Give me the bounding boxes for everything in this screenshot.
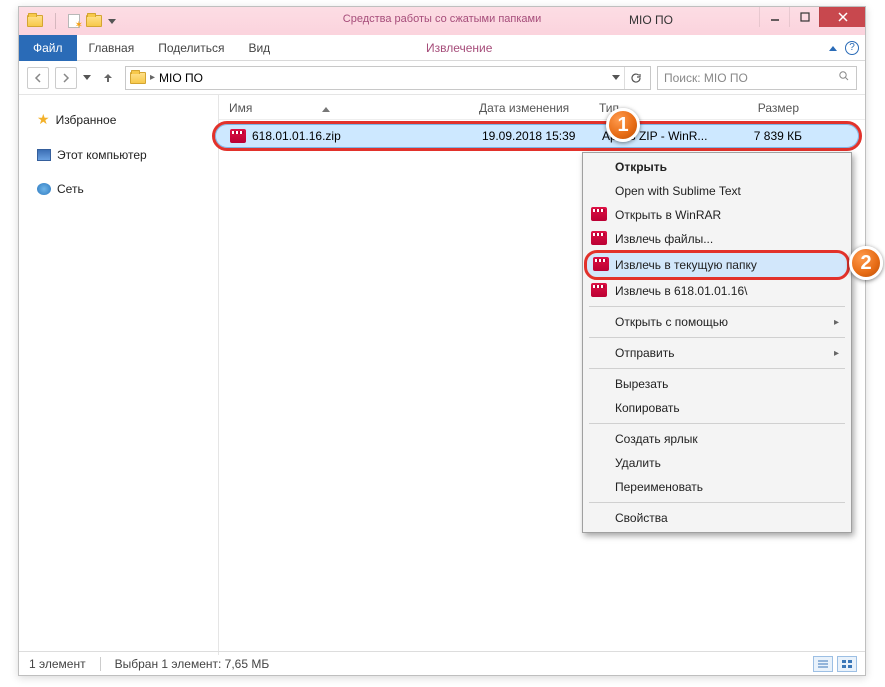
ctx-extract-files[interactable]: Извлечь файлы... xyxy=(585,227,849,251)
view-tab[interactable]: Вид xyxy=(236,36,282,60)
qat-dropdown-icon[interactable] xyxy=(108,19,116,24)
quick-access-toolbar xyxy=(19,13,116,29)
chevron-right-icon[interactable]: ▸ xyxy=(150,72,155,83)
separator xyxy=(589,306,845,307)
separator xyxy=(589,502,845,503)
file-list-area: Имя Дата изменения Тип Размер 618.01.01.… xyxy=(219,95,865,655)
status-count: 1 элемент xyxy=(29,657,86,671)
winrar-icon xyxy=(591,283,607,297)
address-dropdown-icon[interactable] xyxy=(612,75,620,80)
ctx-properties[interactable]: Свойства xyxy=(585,506,849,530)
file-name: 618.01.01.16.zip xyxy=(252,129,482,143)
favorites-group[interactable]: ★ Избранное xyxy=(29,107,208,132)
up-button[interactable] xyxy=(97,67,119,89)
file-date: 19.09.2018 15:39 xyxy=(482,129,602,143)
separator xyxy=(100,657,101,671)
body: ★ Избранное Этот компьютер Сеть Имя Дата … xyxy=(19,95,865,655)
submenu-arrow-icon: ▸ xyxy=(834,317,839,328)
home-tab[interactable]: Главная xyxy=(77,36,147,60)
navigation-pane: ★ Избранное Этот компьютер Сеть xyxy=(19,95,219,655)
navigation-bar: ▸ MIO ПО Поиск: MIO ПО xyxy=(19,61,865,95)
folder-icon xyxy=(27,15,43,27)
titlebar: Средства работы со сжатыми папками MIO П… xyxy=(19,7,865,35)
status-selection: Выбран 1 элемент: 7,65 МБ xyxy=(115,657,270,671)
forward-button[interactable] xyxy=(55,67,77,89)
ribbon-context-title: Средства работы со сжатыми папками xyxy=(343,13,541,25)
ctx-shortcut[interactable]: Создать ярлык xyxy=(585,427,849,451)
star-icon: ★ xyxy=(37,111,50,128)
annotation-badge-2: 2 xyxy=(849,246,883,280)
history-dropdown-icon[interactable] xyxy=(83,75,91,80)
ctx-open-with[interactable]: Открыть с помощью▸ xyxy=(585,310,849,334)
help-icon[interactable]: ? xyxy=(845,41,859,55)
icons-view-button[interactable] xyxy=(837,656,857,672)
this-pc-item[interactable]: Этот компьютер xyxy=(29,144,208,166)
search-placeholder: Поиск: MIO ПО xyxy=(664,71,748,85)
ctx-open[interactable]: Открыть xyxy=(585,155,849,179)
sort-asc-icon xyxy=(322,107,330,112)
minimize-button[interactable] xyxy=(759,7,789,27)
address-bar[interactable]: ▸ MIO ПО xyxy=(125,66,651,90)
column-date[interactable]: Дата изменения xyxy=(479,101,599,115)
search-icon xyxy=(838,70,850,85)
network-item[interactable]: Сеть xyxy=(29,178,208,200)
extract-tab[interactable]: Извлечение xyxy=(414,36,504,60)
separator xyxy=(589,423,845,424)
maximize-button[interactable] xyxy=(789,7,819,27)
file-tab[interactable]: Файл xyxy=(19,35,77,61)
pc-icon xyxy=(37,149,51,161)
view-toggles xyxy=(813,656,857,672)
details-view-button[interactable] xyxy=(813,656,833,672)
ctx-open-winrar[interactable]: Открыть в WinRAR xyxy=(585,203,849,227)
ctx-extract-to[interactable]: Извлечь в 618.01.01.16\ xyxy=(585,279,849,303)
annotation-badge-1: 1 xyxy=(606,108,640,142)
share-tab[interactable]: Поделиться xyxy=(146,36,236,60)
breadcrumb-segment[interactable]: MIO ПО xyxy=(159,71,203,85)
back-button[interactable] xyxy=(27,67,49,89)
ctx-send-to[interactable]: Отправить▸ xyxy=(585,341,849,365)
network-icon xyxy=(37,183,51,195)
winrar-icon xyxy=(591,207,607,221)
favorites-label: Избранное xyxy=(56,113,117,127)
ctx-rename[interactable]: Переименовать xyxy=(585,475,849,499)
ctx-delete[interactable]: Удалить xyxy=(585,451,849,475)
winrar-icon xyxy=(593,257,609,271)
column-name[interactable]: Имя xyxy=(229,101,479,115)
ctx-open-sublime[interactable]: Open with Sublime Text xyxy=(585,179,849,203)
ctx-copy[interactable]: Копировать xyxy=(585,396,849,420)
window-title: MIO ПО xyxy=(629,13,673,27)
file-size: 7 839 КБ xyxy=(722,129,802,143)
ribbon-collapse-icon[interactable] xyxy=(829,46,837,51)
separator xyxy=(55,13,56,29)
archive-icon xyxy=(230,129,246,143)
column-headers: Имя Дата изменения Тип Размер xyxy=(219,95,865,120)
close-button[interactable] xyxy=(819,7,865,27)
ctx-cut[interactable]: Вырезать xyxy=(585,372,849,396)
folder-icon xyxy=(130,72,146,84)
submenu-arrow-icon: ▸ xyxy=(834,348,839,359)
context-menu: Открыть Open with Sublime Text Открыть в… xyxy=(582,152,852,533)
window-controls xyxy=(759,7,865,29)
new-folder-icon[interactable] xyxy=(86,15,102,27)
separator xyxy=(589,337,845,338)
search-input[interactable]: Поиск: MIO ПО xyxy=(657,66,857,90)
separator xyxy=(589,368,845,369)
refresh-button[interactable] xyxy=(624,67,646,89)
this-pc-label: Этот компьютер xyxy=(57,148,147,162)
ctx-extract-here[interactable]: Извлечь в текущую папку xyxy=(587,253,847,277)
winrar-icon xyxy=(591,231,607,245)
properties-icon[interactable] xyxy=(68,14,80,28)
ribbon-tabs: Файл Главная Поделиться Вид Извлечение ? xyxy=(19,35,865,61)
explorer-window: Средства работы со сжатыми папками MIO П… xyxy=(18,6,866,676)
file-row[interactable]: 618.01.01.16.zip 19.09.2018 15:39 Архив … xyxy=(215,124,859,148)
status-bar: 1 элемент Выбран 1 элемент: 7,65 МБ xyxy=(19,651,865,675)
network-label: Сеть xyxy=(57,182,84,196)
column-size[interactable]: Размер xyxy=(719,101,799,115)
